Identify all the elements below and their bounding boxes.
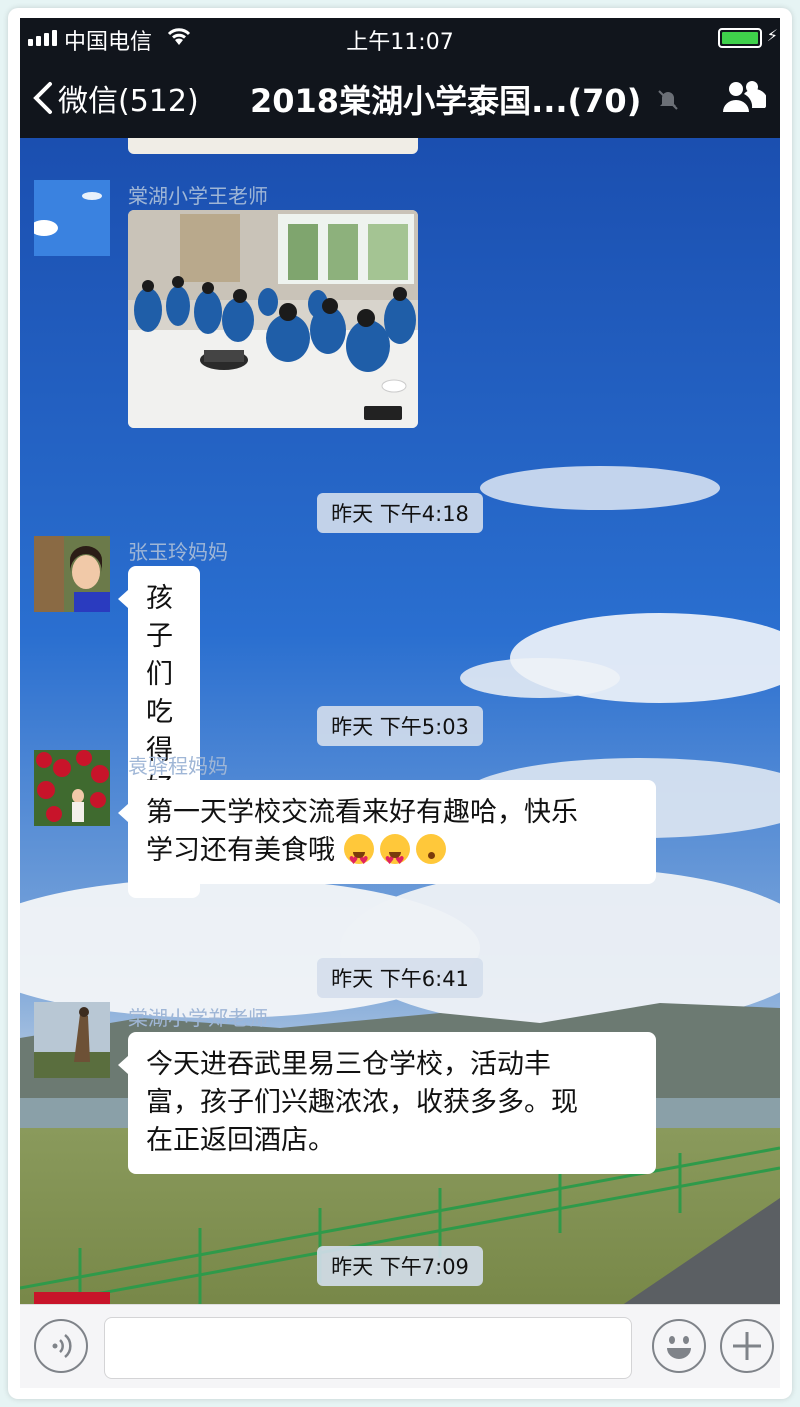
message-bubble[interactable]: 今天进吞武里易三仓学校，活动丰 富，孩子们兴趣浓浓，收获多多。现 在正返回酒店。 <box>118 1032 656 1174</box>
avatar[interactable] <box>34 750 110 826</box>
sender-name: 张玉玲妈妈 <box>128 540 228 564</box>
previous-image-bubble[interactable] <box>128 138 418 154</box>
wechat-screen: 中国电信 上午11:07 ⚡ 微信(512) 2018棠湖小学泰国...(70) <box>20 18 780 1388</box>
avatar[interactable] <box>34 536 110 612</box>
charging-icon: ⚡ <box>766 26 778 45</box>
sender-name: 棠湖小学郑老师 <box>128 1006 268 1030</box>
timestamp: 昨天 下午5:03 <box>20 706 780 746</box>
message-text-line: 在正返回酒店。 <box>146 1125 335 1156</box>
emoji-button[interactable] <box>652 1319 706 1373</box>
plus-icon <box>733 1332 761 1360</box>
chat-message-list[interactable]: 棠湖小学王老师 昨天 下午4:18 张玉玲妈妈 孩子们吃得 昨天 下午5:03 … <box>20 138 780 1304</box>
voice-icon <box>52 1334 72 1358</box>
timestamp: 昨天 下午6:41 <box>20 958 780 998</box>
kissing-emoji-icon <box>415 834 446 864</box>
mute-icon <box>656 88 680 116</box>
status-time: 上午11:07 <box>346 30 454 55</box>
sender-name: 棠湖小学王老师 <box>128 184 268 208</box>
heart-eyes-emoji-icon: ♥♥ <box>343 834 374 867</box>
message-bubble[interactable]: 第一天学校交流看来好有趣哈，快乐 学习还有美食哦 ♥ ♥ ♥ ♥ <box>118 780 656 884</box>
back-label: 微信(512) <box>58 84 199 119</box>
message-input[interactable] <box>104 1317 632 1379</box>
message-text-line: 富，孩子们兴趣浓浓，收获多多。现 <box>146 1087 578 1118</box>
emoji-icon <box>667 1336 691 1359</box>
nav-bar: 微信(512) 2018棠湖小学泰国...(70) <box>20 56 780 138</box>
timestamp-label: 昨天 下午6:41 <box>317 958 483 998</box>
avatar[interactable] <box>34 180 110 256</box>
message-text-line: 学习还有美食哦 <box>146 835 335 866</box>
group-members-icon[interactable] <box>722 78 768 118</box>
avatar[interactable] <box>34 1292 110 1304</box>
status-bar: 中国电信 上午11:07 ⚡ <box>20 18 780 56</box>
image-message[interactable] <box>128 210 418 428</box>
timestamp: 昨天 下午4:18 <box>20 493 780 533</box>
back-chevron-icon <box>33 82 52 114</box>
timestamp-label: 昨天 下午7:09 <box>317 1246 483 1286</box>
more-button[interactable] <box>720 1319 774 1373</box>
sender-name: 袁驿程妈妈 <box>128 754 228 778</box>
avatar[interactable] <box>34 1002 110 1078</box>
message-input-bar <box>20 1304 780 1388</box>
message-text-line: 今天进吞武里易三仓学校，活动丰 <box>146 1049 551 1080</box>
chat-title: 2018棠湖小学泰国...(70) <box>250 82 642 120</box>
message-text-line: 第一天学校交流看来好有趣哈，快乐 <box>146 797 578 828</box>
timestamp-label: 昨天 下午4:18 <box>317 493 483 533</box>
timestamp: 昨天 下午7:09 <box>20 1246 780 1286</box>
voice-button[interactable] <box>34 1319 88 1373</box>
heart-eyes-emoji-icon: ♥♥ <box>379 834 410 867</box>
battery-icon <box>718 28 762 48</box>
timestamp-label: 昨天 下午5:03 <box>317 706 483 746</box>
back-button[interactable]: 微信(512) <box>32 76 199 120</box>
